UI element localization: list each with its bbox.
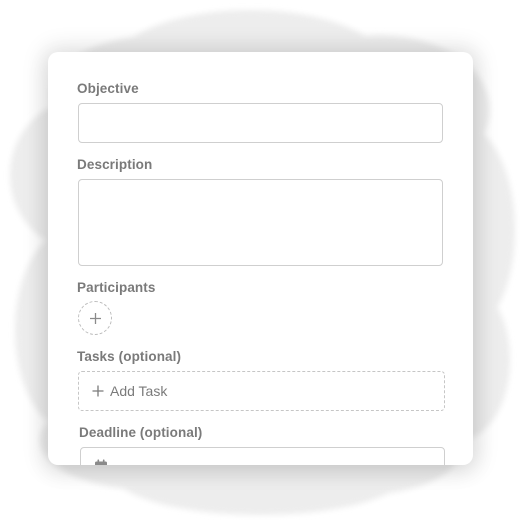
calendar-icon	[95, 459, 107, 465]
modal-overlay: Objective Description Participants Tasks…	[0, 0, 520, 520]
objective-label: Objective	[77, 81, 139, 96]
participants-label: Participants	[77, 280, 156, 295]
plus-icon	[89, 312, 101, 324]
tasks-label: Tasks (optional)	[77, 349, 182, 364]
description-label: Description	[77, 157, 153, 172]
deadline-label: Deadline (optional)	[79, 425, 203, 440]
plus-icon	[92, 385, 104, 397]
add-task-button[interactable]: Add Task	[78, 371, 445, 411]
add-task-label: Add Task	[110, 383, 168, 399]
description-textarea[interactable]	[78, 179, 443, 266]
add-participant-button[interactable]	[78, 301, 112, 335]
deadline-date-picker[interactable]	[80, 447, 445, 465]
create-objective-dialog: Objective Description Participants Tasks…	[48, 52, 473, 465]
objective-input[interactable]	[78, 103, 443, 143]
